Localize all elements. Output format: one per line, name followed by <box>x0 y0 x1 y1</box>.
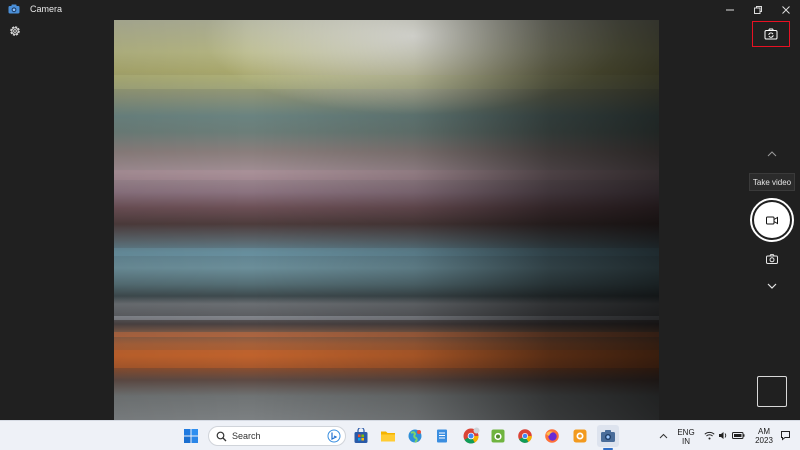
settings-gear-icon[interactable] <box>8 24 22 38</box>
notepad-icon <box>437 429 447 443</box>
volume-icon[interactable] <box>718 431 728 440</box>
restore-button[interactable] <box>744 0 772 20</box>
taskbar-orange-app[interactable] <box>571 427 589 445</box>
taskbar-chrome-profile[interactable] <box>462 427 480 445</box>
taskbar-firefox[interactable] <box>543 427 561 445</box>
region-code: IN <box>682 437 690 446</box>
take-video-button[interactable] <box>750 198 794 242</box>
take-video-tooltip: Take video <box>749 173 795 191</box>
show-hidden-icons-button[interactable] <box>654 427 672 445</box>
windows-logo-icon <box>184 429 198 443</box>
chrome-icon <box>518 429 532 443</box>
photo-camera-icon <box>766 254 778 264</box>
start-button[interactable] <box>182 427 200 445</box>
switch-camera-button[interactable] <box>752 21 790 47</box>
camera-app-icon <box>8 4 20 14</box>
close-button[interactable] <box>772 0 800 20</box>
taskbar: Search ENG IN AM 2023 <box>0 420 800 450</box>
switch-camera-icon <box>764 28 778 40</box>
camera-viewfinder <box>114 20 659 420</box>
minimize-icon <box>726 9 734 11</box>
video-camera-icon <box>766 216 778 224</box>
taskbar-camera[interactable] <box>597 425 619 447</box>
microsoft-store-icon <box>354 428 368 443</box>
language-code: ENG <box>677 428 695 437</box>
taskbar-file-explorer[interactable] <box>379 427 397 445</box>
taskbar-green-app[interactable] <box>489 427 507 445</box>
search-placeholder: Search <box>232 431 261 441</box>
restore-icon <box>754 6 762 14</box>
photo-mode-button[interactable] <box>763 251 781 267</box>
close-icon <box>782 6 790 14</box>
mode-down-button[interactable] <box>762 278 782 294</box>
viewfinder-shade <box>114 20 659 420</box>
green-app-icon <box>491 429 505 443</box>
folder-icon <box>381 431 395 442</box>
chevron-up-icon <box>659 433 667 439</box>
mode-up-button[interactable] <box>762 146 782 162</box>
chrome-icon <box>463 427 480 444</box>
search-icon <box>216 431 227 442</box>
battery-icon[interactable] <box>732 431 745 440</box>
clock-time: AM <box>758 427 770 436</box>
language-indicator[interactable]: ENG IN <box>674 428 698 446</box>
taskbar-store[interactable] <box>352 427 370 445</box>
window-title: Camera <box>30 4 63 14</box>
firefox-icon <box>545 429 559 443</box>
taskbar-earth-app[interactable] <box>406 427 424 445</box>
shutter-inner <box>754 202 790 238</box>
clock-date: 2023 <box>755 436 773 445</box>
chevron-up-icon <box>767 151 777 157</box>
taskbar-search-box[interactable]: Search <box>208 426 346 446</box>
taskbar-notepad[interactable] <box>433 427 451 445</box>
last-capture-thumbnail[interactable] <box>757 376 787 407</box>
earth-globe-icon <box>408 429 422 443</box>
wifi-icon[interactable] <box>704 431 715 440</box>
taskbar-chrome[interactable] <box>516 427 534 445</box>
chevron-down-icon <box>767 283 777 289</box>
camera-app-window: Camera Take video <box>0 0 800 420</box>
minimize-button[interactable] <box>716 0 744 20</box>
clock[interactable]: AM 2023 <box>751 427 777 445</box>
bing-icon[interactable] <box>327 429 341 443</box>
camera-icon <box>601 430 615 442</box>
title-bar: Camera <box>0 0 800 20</box>
notification-icon[interactable] <box>780 430 791 441</box>
orange-app-icon <box>573 429 587 443</box>
